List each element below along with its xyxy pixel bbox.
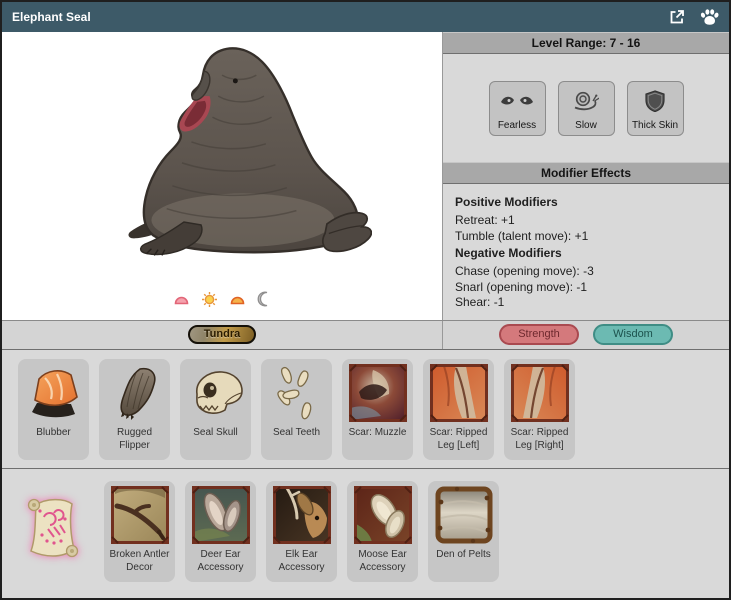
fearless-eyes-icon [500, 82, 534, 120]
main-panels: Level Range: 7 - 16 Fearless [2, 32, 729, 321]
illustration-panel [2, 32, 443, 320]
den-of-pelts-image [432, 485, 496, 546]
drops-section: Blubber Rugged Flipper [2, 350, 729, 469]
item-label: Den of Pelts [434, 546, 492, 561]
modifier-line: Shear: -1 [455, 295, 717, 311]
item-card-den-of-pelts[interactable]: Den of Pelts [428, 481, 499, 582]
item-card-seal-teeth[interactable]: Seal Teeth [261, 359, 332, 460]
modifier-line: Snarl (opening move): -1 [455, 280, 717, 296]
scar-ripped-leg-right-image [508, 363, 572, 424]
rugged-flipper-image [103, 363, 167, 424]
recipe-scroll-icon[interactable] [20, 493, 82, 565]
blubber-image [22, 363, 86, 424]
trait-label: Fearless [498, 120, 536, 131]
page-title: Elephant Seal [12, 10, 667, 24]
item-card-scar-muzzle[interactable]: Scar: Muzzle [342, 359, 413, 460]
item-label: Elk Ear Accessory [266, 546, 337, 574]
shield-icon [645, 82, 665, 120]
traits-row: Fearless Slow [443, 54, 729, 162]
trait-label: Thick Skin [632, 120, 678, 131]
creature-info-window: Elephant Seal [0, 0, 731, 600]
item-card-elk-ear-accessory[interactable]: Elk Ear Accessory [266, 481, 337, 582]
item-label: Scar: Muzzle [347, 424, 409, 439]
strength-badge[interactable]: Strength [499, 324, 579, 345]
modifier-effects-bar: Modifier Effects [443, 162, 729, 184]
trait-label: Slow [575, 120, 597, 131]
modifier-effects-body: Positive Modifiers Retreat: +1 Tumble (t… [443, 184, 729, 320]
broken-antler-decor-image [108, 485, 172, 546]
item-label: Scar: Ripped Leg [Left] [423, 424, 494, 452]
scar-muzzle-image [346, 363, 410, 424]
dusk-icon [229, 292, 246, 311]
item-label: Scar: Ripped Leg [Right] [504, 424, 575, 452]
item-card-scar-ripped-leg-left[interactable]: Scar: Ripped Leg [Left] [423, 359, 494, 460]
item-card-seal-skull[interactable]: Seal Skull [180, 359, 251, 460]
deer-ear-accessory-image [189, 485, 253, 546]
modifier-line: Chase (opening move): -3 [455, 264, 717, 280]
paw-icon[interactable] [699, 7, 719, 27]
seal-teeth-image [265, 363, 329, 424]
trait-thick-skin[interactable]: Thick Skin [627, 81, 684, 136]
external-link-icon[interactable] [667, 7, 687, 27]
wisdom-badge[interactable]: Wisdom [593, 324, 673, 345]
negative-modifiers-header: Negative Modifiers [455, 246, 717, 261]
moose-ear-accessory-image [351, 485, 415, 546]
positive-modifiers-header: Positive Modifiers [455, 195, 717, 210]
item-label: Seal Teeth [271, 424, 322, 439]
item-label: Blubber [34, 424, 72, 439]
item-label: Rugged Flipper [99, 424, 170, 452]
item-label: Seal Skull [191, 424, 239, 439]
trait-fearless[interactable]: Fearless [489, 81, 546, 136]
modifier-line: Tumble (talent move): +1 [455, 229, 717, 245]
item-label: Moose Ear Accessory [347, 546, 418, 574]
night-icon [257, 291, 272, 312]
decor-section: Broken Antler Decor Deer Ear Accessory [2, 469, 729, 599]
item-label: Broken Antler Decor [104, 546, 175, 574]
item-card-moose-ear-accessory[interactable]: Moose Ear Accessory [347, 481, 418, 582]
item-card-broken-antler-decor[interactable]: Broken Antler Decor [104, 481, 175, 582]
item-card-scar-ripped-leg-right[interactable]: Scar: Ripped Leg [Right] [504, 359, 575, 460]
biome-badge-tundra[interactable]: Tundra [188, 325, 256, 344]
item-card-deer-ear-accessory[interactable]: Deer Ear Accessory [185, 481, 256, 582]
modifier-line: Retreat: +1 [455, 213, 717, 229]
elephant-seal-illustration [2, 32, 442, 291]
title-bar: Elephant Seal [2, 2, 729, 32]
trait-slow[interactable]: Slow [558, 81, 615, 136]
elk-ear-accessory-image [270, 485, 334, 546]
biome-stats-strip: Tundra Strength Wisdom [2, 321, 729, 350]
activity-times-row [2, 291, 442, 320]
scar-ripped-leg-left-image [427, 363, 491, 424]
item-card-blubber[interactable]: Blubber [18, 359, 89, 460]
seal-skull-image [184, 363, 248, 424]
item-label: Deer Ear Accessory [185, 546, 256, 574]
day-icon [201, 291, 218, 313]
level-range-bar: Level Range: 7 - 16 [443, 32, 729, 54]
snail-icon [573, 82, 599, 120]
dawn-icon [173, 292, 190, 311]
item-card-rugged-flipper[interactable]: Rugged Flipper [99, 359, 170, 460]
stats-panel: Level Range: 7 - 16 Fearless [443, 32, 729, 320]
